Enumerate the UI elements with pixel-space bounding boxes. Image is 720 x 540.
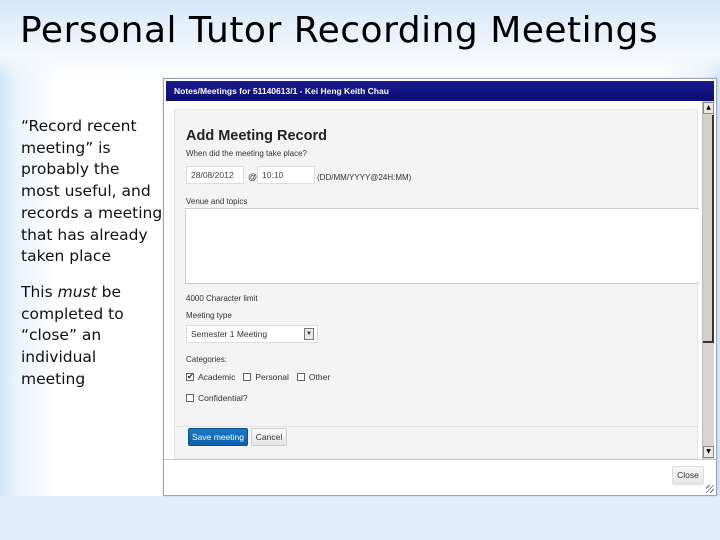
dialog-content: Add Meeting Record When did the meeting … — [166, 101, 702, 459]
form-divider — [175, 426, 699, 427]
meeting-type-label: Meeting type — [186, 311, 232, 320]
category-label: Other — [308, 372, 331, 382]
categories-group: ✔ Academic Personal Other — [186, 372, 338, 382]
emphasis-text: must — [57, 282, 97, 301]
category-other[interactable]: Other — [296, 372, 331, 382]
when-label: When did the meeting take place? — [186, 149, 307, 158]
meeting-dialog: Notes/Meetings for 51140613/1 - Kei Heng… — [163, 78, 717, 496]
format-hint: (DD/MM/YYYY@24H:MM) — [317, 173, 412, 182]
personal-checkbox[interactable] — [243, 373, 252, 381]
dialog-titlebar[interactable]: Notes/Meetings for 51140613/1 - Kei Heng… — [166, 81, 714, 101]
category-label: Personal — [255, 372, 289, 382]
category-personal[interactable]: Personal — [243, 372, 289, 382]
scroll-down-icon[interactable]: ▼ — [703, 446, 714, 458]
venue-textarea[interactable] — [185, 208, 699, 284]
body-paragraph-2: This must be completed to “close” an ind… — [21, 282, 163, 391]
venue-label: Venue and topics — [186, 197, 248, 206]
time-input[interactable]: 10:10 — [257, 166, 315, 184]
meeting-type-select[interactable]: Semester 1 Meeting ▼ — [186, 325, 318, 343]
academic-checkbox[interactable]: ✔ — [186, 373, 194, 381]
category-academic[interactable]: ✔ Academic — [186, 372, 235, 382]
date-input[interactable]: 28/08/2012 — [186, 166, 244, 184]
body-paragraph-1: “Record recent meeting” is probably the … — [21, 117, 163, 266]
categories-label: Categories: — [186, 355, 227, 364]
slide-footer-background — [0, 496, 720, 540]
chevron-down-icon[interactable]: ▼ — [304, 328, 314, 340]
slide-body-text: “Record recent meeting” is probably the … — [21, 116, 163, 404]
form-heading: Add Meeting Record — [186, 128, 327, 144]
confidential-option[interactable]: Confidential? — [186, 393, 248, 403]
resize-grip-icon[interactable] — [706, 485, 714, 493]
scroll-thumb[interactable] — [703, 115, 714, 343]
other-checkbox[interactable] — [296, 373, 305, 381]
confidential-checkbox[interactable] — [186, 394, 194, 402]
close-button[interactable]: Close — [672, 466, 704, 485]
scroll-up-icon[interactable]: ▲ — [703, 102, 714, 114]
vertical-scrollbar[interactable]: ▲ ▼ — [702, 101, 714, 459]
save-meeting-button[interactable]: Save meeting — [188, 428, 248, 446]
character-limit-note: 4000 Character limit — [186, 294, 258, 303]
add-meeting-form: Add Meeting Record When did the meeting … — [174, 109, 699, 459]
slide-title: Personal Tutor Recording Meetings — [20, 10, 659, 51]
confidential-label: Confidential? — [198, 393, 248, 403]
category-label: Academic — [198, 372, 236, 382]
cancel-button[interactable]: Cancel — [251, 428, 287, 446]
dialog-footer: Close — [164, 459, 716, 495]
text-part: This — [21, 282, 58, 301]
at-symbol: @ — [248, 172, 258, 182]
meeting-type-value: Semester 1 Meeting — [191, 329, 268, 339]
